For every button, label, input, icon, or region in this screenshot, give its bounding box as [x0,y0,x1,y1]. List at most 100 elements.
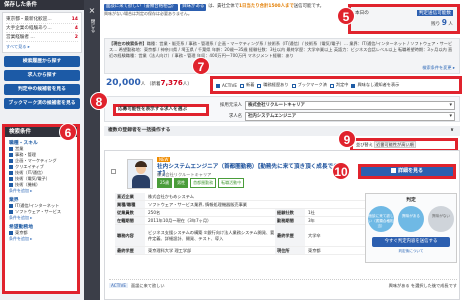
filter-label: 新着 [246,82,255,87]
callout-badge-8: 8 [90,92,108,110]
sort-value[interactable]: 近番可能性が高い順 [374,141,416,148]
row-key: 現住所 [275,247,305,254]
send-limit-notice: 面談に来て欲しい（書類合格相当） 興味がある は、貴社全体で1日当たり合計1500人… [104,4,329,32]
checkbox-checked-icon[interactable] [9,153,13,157]
bookmarked-candidates-button[interactable]: ブックマーク済の候補者を見る [4,98,80,109]
filter-new[interactable]: 新着 [240,82,254,88]
judgement-options: 面談に来て欲しい（書類合格相当） 興味がある 興味がない [366,206,456,232]
filter-show-uninterested[interactable]: 興味なし通知者を表示 [351,82,399,88]
filter-resume[interactable]: 職務経歴あり [257,82,289,88]
saved-condition-count: 2 [74,35,78,40]
row-value: 3年 [308,217,315,223]
checkbox-checked-icon[interactable] [9,177,13,181]
filter-judging[interactable]: 判定中 [329,82,348,88]
send-judgement-button[interactable]: 今すぐ判定内容を送信する [372,237,450,247]
quota-label: 判定送信可能数 [416,10,453,16]
card-footer: ACTIVE 面談に来て欲しい 興味がある を選択した後で成長です [109,279,457,289]
sidebar-close-strip[interactable]: × 閉じる [84,0,100,300]
bulk-operation-toggle[interactable]: 複数の登録者を一括操作する ∨ [104,126,460,136]
row-value: ビジネス支援システムの構築 ①銀行向け法人業務システム開発、要件定義、詳細設計、… [148,229,275,241]
checkbox-checked-icon[interactable] [9,159,13,163]
job-select[interactable]: 社内システムエンジニア [245,111,455,121]
saved-condition-item[interactable]: 大手企業の経験あり... 4 [6,24,78,33]
quota-remain-label: 残り [431,22,441,27]
row-key: 職務内容 [115,225,145,246]
search-history-button[interactable]: 検索履歴から探す [4,56,80,67]
judge-interested-option[interactable]: 興味がある [398,206,424,232]
table-row: 直近企業 株式会社かもめシステム [115,193,365,201]
saved-condition-item[interactable]: 東京都・最新化歓迎... 14 [6,15,78,24]
table-row: 業種/職種 ソフトウェア・サービス業界, 情報処理機器販売事業 [115,201,365,209]
saved-condition-label: 東京都・最新化歓迎... [6,17,52,22]
saved-condition-item[interactable]: 営業経験者 ... 2 [6,33,78,42]
checkbox-checked-icon[interactable] [9,171,13,175]
view-details-label: 詳細を見る [397,168,423,174]
checkbox-icon[interactable] [257,83,262,88]
row-key: 最終学歴 [275,225,305,246]
saved-conditions-header: 保存した条件 [0,0,84,10]
callout-badge-6: 6 [59,123,77,141]
saved-condition-count: 4 [74,26,78,31]
checkbox-icon[interactable] [329,83,334,88]
candidate-select-checkbox[interactable] [111,169,116,174]
judging-candidates-button[interactable]: 判定中の候補者を見る [4,84,80,95]
filter-active[interactable]: ACTIVE [216,83,237,88]
judge-interview-option[interactable]: 面談に来て欲しい（書類合格相当） [368,206,394,232]
checkbox-icon[interactable] [291,83,296,88]
checkbox-checked-icon[interactable] [9,210,13,214]
row-key: 業種/職種 [115,201,145,208]
saved-conditions-more-link[interactable]: すべて見る ▸ [6,44,78,50]
result-new-label: 新着 [151,82,161,87]
row-key: 勤務期間 [275,217,305,224]
job-select-area: 応募可能性を表示する求人を選ぶ 採用元法人 株式会社リクルートキャリア 求人名 … [104,96,460,122]
job-select-field-label: 求人名 [228,114,242,119]
filter-label: ACTIVE [222,82,238,88]
row-key: 在籍期間 [115,217,145,224]
checkbox-checked-icon[interactable] [9,204,13,208]
checkbox-checked-icon[interactable] [351,83,356,88]
table-row: 従業員数 250名 経験社数 1社 [115,209,365,217]
row-value: 250名 [148,209,161,215]
search-criteria-panel: 検索条件 職種・スキル 営業 事務・管理 企画・マーケティング クリエイティブ … [2,124,80,294]
result-unit: 人 [140,82,146,87]
edit-conditions-link[interactable]: 検索条件を変更 ▸ [422,65,455,71]
row-key: 最終学歴 [115,247,145,254]
candidate-card: NEW 社内システムエンジニア（首都圏勤務）【勤務先に来て頂き頂く成長できます】… [104,150,460,300]
criteria-heading-industry: 業界 [9,198,19,203]
chevron-down-icon[interactable]: ∨ [450,126,454,136]
checkbox-checked-icon[interactable] [9,147,13,151]
callout-badge-10: 10 [332,162,350,180]
checkbox-icon[interactable] [240,83,245,88]
result-filters: ACTIVE 新着 職務経歴あり ブックマーク済 判定中 興味なし通知者を表示 [210,76,462,94]
active-tag: ACTIVE [109,283,129,288]
checkbox-checked-icon[interactable] [9,231,13,235]
criteria-heading-location: 希望勤務地 [9,225,33,230]
criteria-more-link[interactable]: 条件を追加 ▸ [9,236,74,242]
sort-label: 並び替え [356,142,373,147]
checkbox-checked-icon[interactable] [9,165,13,169]
row-value: 1社 [308,209,315,215]
quota-today: 本日の [355,11,369,16]
search-from-jobs-button[interactable]: 求人から探す [4,70,80,81]
tag-location: 首都圏勤務 [190,178,217,188]
checkbox-checked-icon[interactable] [216,83,220,88]
judgement-help-link[interactable]: 判定後について [366,249,456,254]
judgement-heading: 判定 [406,198,416,203]
checkbox-checked-icon[interactable] [9,183,13,187]
filter-label: 職務経歴あり [263,82,289,87]
table-row: 職務内容 ビジネス支援システムの構築 ①銀行向け法人業務システム開発、要件定義、詳… [115,225,365,247]
row-key: 直近企業 [115,193,145,200]
current-conditions-box: 【現在の検索条件】職種：営業・販売系 / 事務・管理系 / 企画・マーケティング… [104,38,460,74]
tag-status: 転職活動中 [218,178,245,188]
result-new-count: 7,376 [160,79,183,87]
new-badge: NEW [157,157,171,162]
notice-text: 送信可能です。 [293,4,325,9]
view-details-button[interactable]: 詳細を見る [358,164,456,179]
criteria-more-link[interactable]: 条件を追加 ▸ [9,188,74,194]
company-select[interactable]: 株式会社リクルートキャリア [245,100,455,110]
row-value: 2011年10月〜現在（3年7ヶ月） [148,217,212,223]
judge-not-interested-option[interactable]: 興味がない [428,206,454,232]
criteria-more-link[interactable]: 条件を追加 ▸ [9,215,74,221]
filter-bookmarked[interactable]: ブックマーク済 [291,82,327,88]
close-icon[interactable]: × [84,6,100,15]
